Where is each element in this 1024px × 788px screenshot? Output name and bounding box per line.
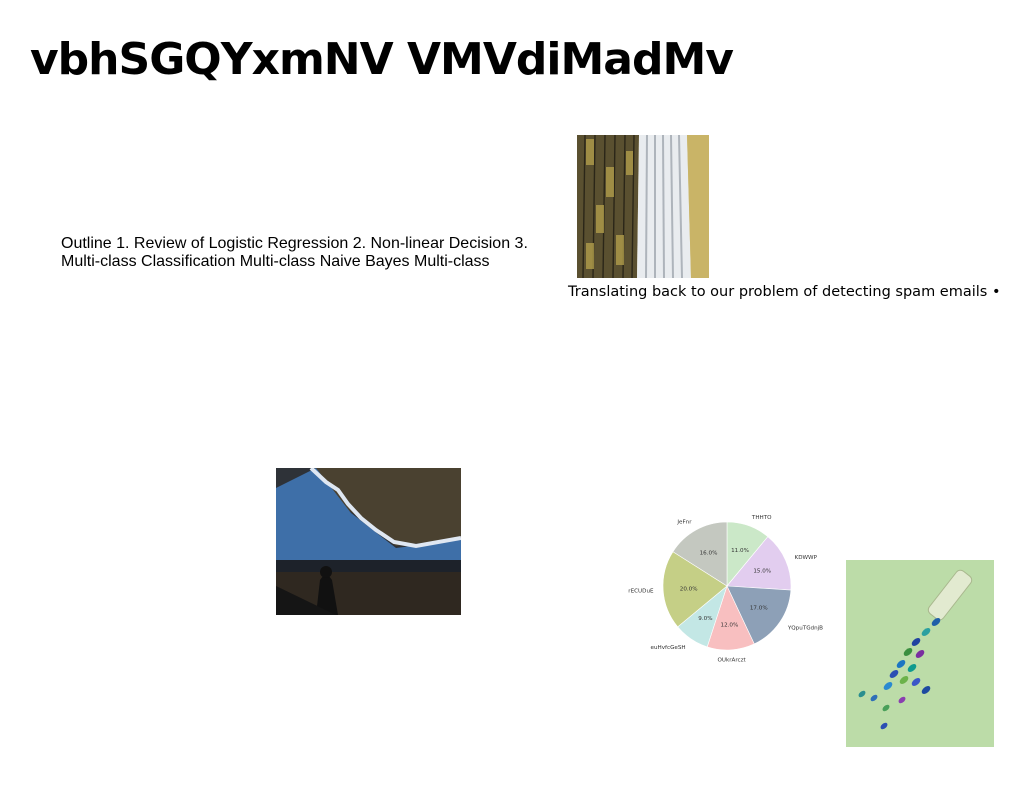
pie-chart: 11.0% THHTO 15.0% KDWWP 17.0% YQpuTGdnjB 12.0%… — [625, 500, 830, 672]
pie-category-label: rECUDuE — [628, 589, 654, 595]
building-photo — [577, 135, 709, 278]
pie-percent-label: 17.0% — [750, 606, 768, 612]
slide-title: vbhSGQYxmNV VMVdiMadMv — [30, 34, 734, 85]
pie-percent-label: 11.0% — [731, 548, 749, 554]
pills-photo — [846, 560, 994, 747]
pie-category-label: THHTO — [751, 515, 772, 521]
storm-photo — [276, 468, 461, 615]
outline-text: Outline 1. Review of Logistic Regression… — [61, 235, 528, 270]
pie-category-label: YQpuTGdnjB — [787, 625, 823, 631]
pie-percent-label: 16.0% — [700, 550, 718, 556]
pie-category-label: JeFnr — [676, 520, 692, 526]
caption-text: Translating back to our problem of detec… — [568, 284, 1001, 300]
pie-category-label: euHvfcGeSH — [651, 645, 686, 651]
pie-percent-label: 20.0% — [680, 586, 698, 592]
pie-category-label: OUkrArczt — [717, 657, 746, 663]
pie-percent-label: 15.0% — [753, 569, 771, 575]
pie-percent-label: 12.0% — [721, 622, 739, 628]
pie-percent-label: 9.0% — [698, 616, 712, 622]
pie-category-label: KDWWP — [795, 555, 818, 561]
